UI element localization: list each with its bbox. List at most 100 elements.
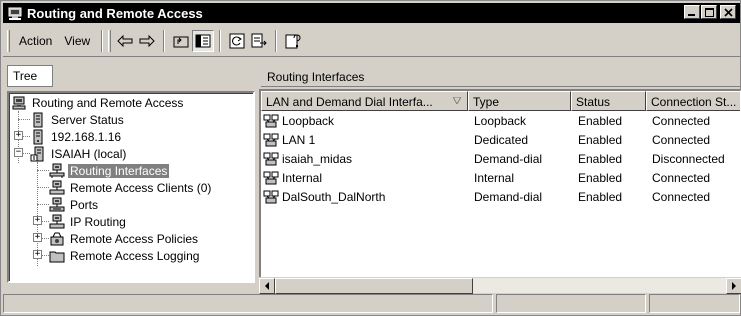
interface-connection-state: Connected (652, 190, 711, 204)
interface-name: DalSouth_DalNorth (282, 190, 386, 204)
up-level-button[interactable] (170, 30, 192, 52)
interface-type: Internal (474, 171, 515, 185)
tree-item-isaiah-local[interactable]: ISAIAH (local) (30, 145, 128, 162)
tree-item-ip-routing[interactable]: IP Routing (49, 213, 128, 230)
app-window: Routing and Remote Access Action View Tr… (0, 0, 741, 316)
tree-item-server-status[interactable]: Server Status (30, 111, 126, 128)
refresh-icon (229, 33, 245, 48)
show-hide-tree-button[interactable] (192, 29, 215, 52)
column-header-status[interactable]: Status (571, 91, 646, 111)
server-icon (33, 129, 43, 144)
tree-connector (22, 136, 30, 137)
interface-status: Enabled (578, 133, 623, 147)
expand-toggle[interactable]: + (14, 131, 23, 140)
list-item[interactable]: Internal Internal Enabled Connected (261, 169, 740, 188)
tree-item-rras-root[interactable]: Routing and Remote Access (11, 94, 185, 111)
list-item[interactable]: isaiah_midas Demand-dial Enabled Disconn… (261, 150, 740, 169)
policies-icon (50, 232, 64, 245)
interface-type: Demand-dial (474, 152, 543, 166)
tree-item-routing-interfaces[interactable]: Routing Interfaces (49, 162, 170, 179)
interface-connection-state: Connected (652, 171, 711, 185)
up-folder-icon (173, 36, 189, 47)
demand-dial-interface-icon (263, 152, 279, 166)
back-button[interactable] (114, 30, 136, 52)
maximize-button[interactable] (701, 5, 717, 19)
interface-status: Enabled (578, 190, 623, 204)
export-list-button[interactable] (248, 30, 270, 52)
tree-item-remote-access-policies[interactable]: Remote Access Policies (49, 230, 200, 247)
toolbar-separator (101, 29, 104, 52)
interface-status: Enabled (578, 114, 623, 128)
status-panel (3, 294, 493, 313)
scroll-right-icon (732, 282, 736, 290)
tree-pane[interactable]: + − + + + Routing and Remote Access Serv… (7, 91, 255, 283)
interface-type: Loopback (474, 114, 527, 128)
column-header-connection-state[interactable]: Connection St... (646, 91, 740, 111)
tree-connector (41, 238, 49, 239)
close-button[interactable] (720, 5, 736, 19)
maximize-icon (705, 8, 714, 17)
status-panel (649, 294, 740, 313)
scroll-left-button[interactable] (259, 278, 275, 294)
toolbar-grip[interactable] (108, 29, 112, 52)
menu-action[interactable]: Action (13, 34, 58, 48)
interface-type: Demand-dial (474, 190, 543, 204)
toolbar-grip[interactable] (7, 29, 10, 52)
interface-connection-state: Connected (652, 114, 711, 128)
rras-root-icon (12, 96, 26, 109)
help-button[interactable] (282, 30, 304, 52)
ip-routing-icon (49, 214, 65, 228)
status-bar (3, 294, 740, 315)
minimize-icon (688, 14, 695, 16)
interface-name: LAN 1 (282, 133, 316, 147)
demand-dial-interface-icon (263, 190, 279, 204)
tab-tree[interactable]: Tree (7, 65, 53, 87)
refresh-button[interactable] (226, 30, 248, 52)
scroll-left-icon (265, 282, 269, 290)
minimize-button[interactable] (684, 5, 700, 19)
interface-connection-state: Disconnected (652, 152, 725, 166)
list-item[interactable]: Loopback Loopback Enabled Connected (261, 112, 740, 131)
tree-connector (37, 170, 49, 171)
show-hide-tree-icon (195, 34, 211, 47)
expand-toggle[interactable]: + (33, 233, 42, 242)
tree-item-remote-access-logging[interactable]: Remote Access Logging (49, 247, 201, 264)
list-item[interactable]: DalSouth_DalNorth Demand-dial Enabled Co… (261, 188, 740, 207)
toolbar-separator (219, 29, 222, 52)
interface-icon (263, 171, 279, 185)
column-header-name[interactable]: LAN and Demand Dial Interfa... (261, 91, 468, 111)
column-header-type[interactable]: Type (468, 91, 571, 111)
title-bar[interactable]: Routing and Remote Access (3, 3, 740, 23)
interface-type: Dedicated (474, 133, 529, 147)
interface-name: isaiah_midas (282, 152, 353, 166)
list-item[interactable]: LAN 1 Dedicated Enabled Connected (261, 131, 740, 150)
scroll-right-button[interactable] (726, 278, 741, 294)
forward-button[interactable] (136, 30, 158, 52)
forward-arrow-icon (139, 34, 155, 47)
scrollbar-thumb[interactable] (275, 278, 473, 294)
interface-status: Enabled (578, 152, 623, 166)
expand-toggle[interactable]: + (33, 216, 42, 225)
routing-interfaces-icon (49, 163, 65, 178)
interfaces-list[interactable]: LAN and Demand Dial Interfa... Type Stat… (259, 89, 741, 289)
tree-connector (41, 255, 49, 256)
tree-connector (37, 187, 49, 188)
toolbar-separator (275, 29, 278, 52)
interface-icon (263, 133, 279, 147)
tree-item-remote-access-clients[interactable]: Remote Access Clients (0) (49, 179, 213, 196)
status-panel (496, 294, 646, 313)
menu-view[interactable]: View (58, 34, 96, 48)
expand-toggle[interactable]: + (33, 250, 42, 259)
sort-descending-icon (453, 97, 461, 104)
tree-item-192-168-1-16[interactable]: 192.168.1.16 (30, 128, 123, 145)
close-icon (724, 8, 733, 17)
interface-name: Loopback (282, 114, 335, 128)
tree-item-ports[interactable]: Ports (49, 196, 100, 213)
tree-connector (22, 153, 30, 154)
ports-icon (49, 197, 65, 211)
interface-name: Internal (282, 171, 323, 185)
back-arrow-icon (117, 34, 133, 47)
interface-connection-state: Connected (652, 133, 711, 147)
horizontal-scrollbar[interactable] (259, 277, 741, 294)
collapse-toggle[interactable]: − (14, 148, 23, 157)
